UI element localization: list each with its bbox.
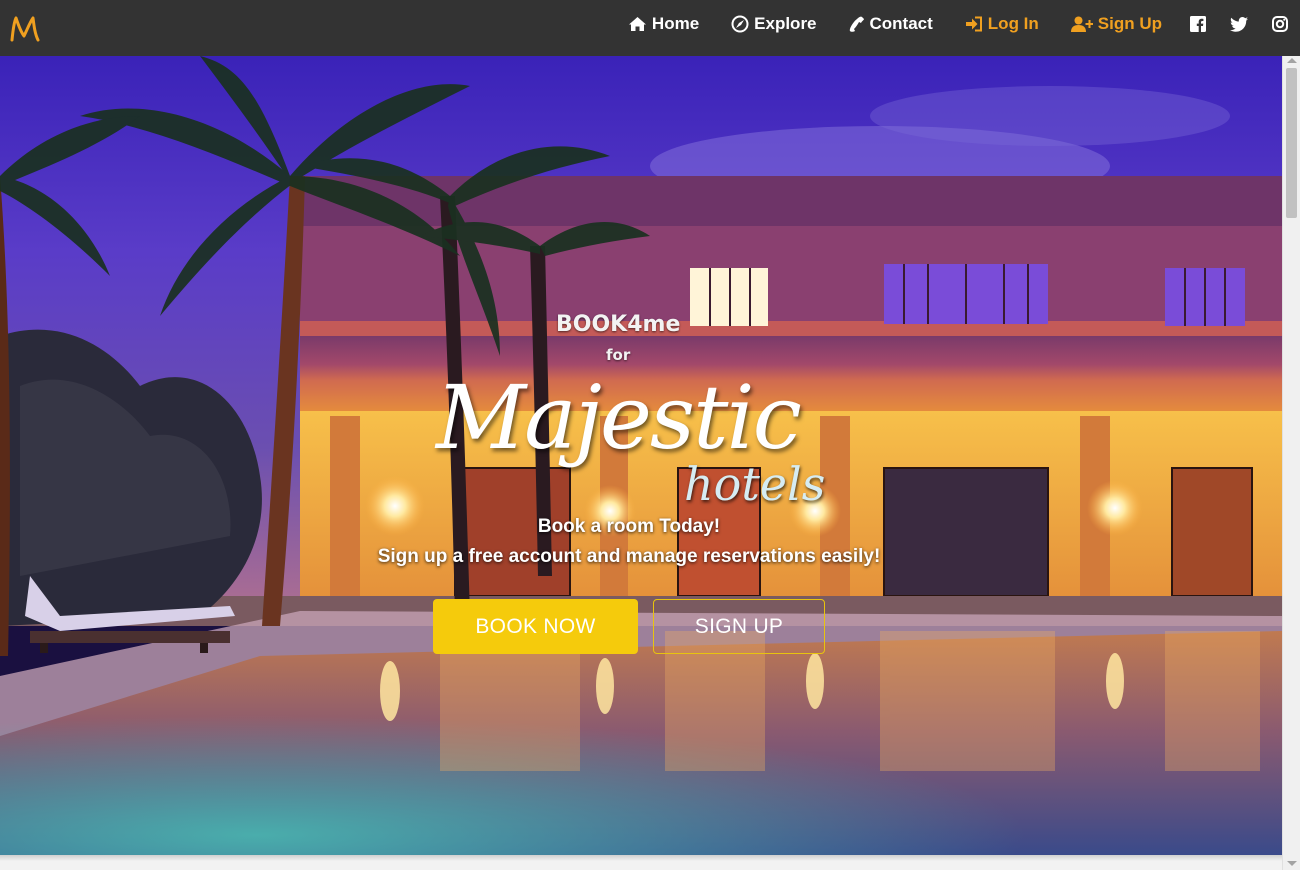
compass-icon <box>731 15 749 33</box>
phone-icon <box>849 16 864 32</box>
scroll-down-arrow-icon[interactable] <box>1287 861 1297 866</box>
nav-home-label: Home <box>651 14 700 33</box>
nav-login-link[interactable]: Log In <box>949 0 1055 48</box>
instagram-link[interactable] <box>1260 0 1300 48</box>
nav-signup-label: Sign Up <box>1097 14 1162 33</box>
logo-book4me-text: BOOK4me <box>556 312 681 337</box>
nav-home-link[interactable]: Home <box>612 0 715 48</box>
nav-login-label: Log In <box>987 14 1039 33</box>
m-logo-icon[interactable] <box>8 12 42 44</box>
nav-explore-label: Explore <box>754 14 817 33</box>
logo-majestic-text: Majestic <box>436 366 802 469</box>
home-icon <box>628 17 646 31</box>
page-scrollbar[interactable] <box>1282 56 1300 870</box>
nav-links: Home Explore Contact Log In Sign Up <box>612 0 1300 48</box>
scroll-up-arrow-icon[interactable] <box>1287 58 1297 63</box>
hero-bottom-shadow <box>0 855 1282 861</box>
tagline-line-1: Book a room Today! <box>537 516 721 537</box>
user-plus-icon <box>1070 16 1093 32</box>
top-navbar: Home Explore Contact Log In Sign Up <box>0 0 1300 56</box>
book-now-button[interactable]: BOOK NOW <box>433 599 638 654</box>
tagline-line-2: Sign up a free account and manage reserv… <box>377 546 881 567</box>
scroll-thumb[interactable] <box>1286 68 1297 218</box>
twitter-icon <box>1230 16 1248 32</box>
sign-in-icon <box>965 16 982 32</box>
instagram-icon <box>1272 16 1288 32</box>
twitter-link[interactable] <box>1218 0 1260 48</box>
logo-hotels-text: hotels <box>684 457 826 511</box>
signup-button[interactable]: SIGN UP <box>653 599 825 654</box>
nav-explore-link[interactable]: Explore <box>715 0 832 48</box>
logo-for-text: for <box>606 346 631 364</box>
nav-signup-link[interactable]: Sign Up <box>1055 0 1178 48</box>
hero-section: BOOK4me for Majestic hotels Book a room … <box>0 56 1282 855</box>
facebook-link[interactable] <box>1178 0 1218 48</box>
nav-contact-link[interactable]: Contact <box>833 0 949 48</box>
nav-contact-label: Contact <box>869 14 933 33</box>
hero-tagline: Book a room Today! Sign up a free accoun… <box>0 512 1282 572</box>
facebook-icon <box>1190 16 1206 32</box>
